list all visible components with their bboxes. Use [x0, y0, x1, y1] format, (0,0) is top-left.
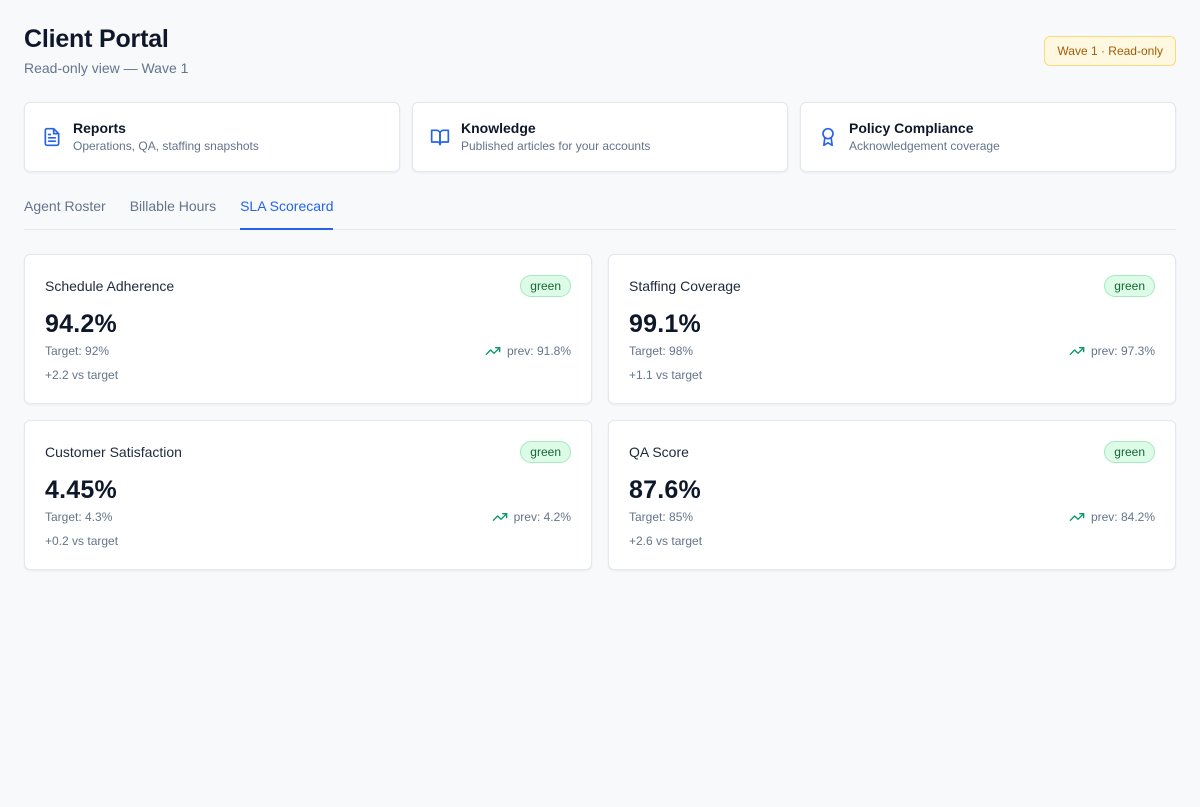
tab-agent-roster[interactable]: Agent Roster: [24, 198, 106, 230]
metric-previous-value: prev: 97.3%: [1090, 344, 1155, 358]
metric-value: 4.45%: [45, 476, 117, 504]
metric-previous-value: prev: 91.8%: [506, 344, 571, 358]
quicklink-title: Reports: [73, 120, 126, 136]
metric-title: Staffing Coverage: [629, 278, 741, 294]
metric-card-staffing-coverage: Staffing Coverage green 99.1% Target: 98…: [608, 254, 1176, 404]
document-icon: [41, 126, 63, 148]
metric-previous: prev: 97.3%: [1069, 343, 1155, 359]
client-portal-page: Client Portal Read-only view — Wave 1 Wa…: [0, 0, 1200, 807]
trending-up-icon: [492, 513, 507, 521]
status-badge: green: [520, 275, 571, 297]
quicklink-policy-compliance[interactable]: Policy Compliance Acknowledgement covera…: [800, 102, 1176, 172]
quicklink-description: Operations, QA, staffing snapshots: [73, 139, 259, 153]
metric-previous: prev: 91.8%: [485, 343, 571, 359]
tab-sla-scorecard[interactable]: SLA Scorecard: [240, 198, 334, 230]
quicklink-title: Policy Compliance: [849, 120, 974, 136]
status-badge: green: [1104, 275, 1155, 297]
metric-card-qa-score: QA Score green 87.6% Target: 85% +2.6 vs…: [608, 420, 1176, 570]
page-title: Client Portal: [24, 25, 169, 53]
quicklink-title: Knowledge: [461, 120, 536, 136]
metric-card-customer-satisfaction: Customer Satisfaction green 4.45% Target…: [24, 420, 592, 570]
award-icon: [817, 126, 839, 148]
quicklink-knowledge[interactable]: Knowledge Published articles for your ac…: [412, 102, 788, 172]
metric-previous: prev: 84.2%: [1069, 509, 1155, 525]
status-badge: green: [1104, 441, 1155, 463]
trending-up-icon: [485, 347, 501, 355]
wave-readonly-badge: Wave 1 · Read-only: [1044, 36, 1176, 66]
metric-previous-value: prev: 4.2%: [513, 510, 571, 524]
metric-delta: +0.2 vs target: [45, 534, 119, 548]
metric-target: Target: 85%: [629, 510, 694, 524]
metric-title: Customer Satisfaction: [45, 444, 182, 460]
metric-delta: +2.2 vs target: [45, 368, 119, 382]
metric-value: 87.6%: [629, 476, 701, 504]
metric-title: QA Score: [629, 444, 689, 460]
metric-value: 94.2%: [45, 310, 117, 338]
metric-delta: +2.6 vs target: [629, 534, 703, 548]
page-subtitle: Read-only view — Wave 1: [24, 60, 189, 76]
metric-target: Target: 4.3%: [45, 510, 113, 524]
metric-previous-value: prev: 84.2%: [1090, 510, 1155, 524]
tab-bar: Agent Roster Billable Hours SLA Scorecar…: [24, 172, 1176, 230]
quicklinks: Reports Operations, QA, staffing snapsho…: [24, 102, 1176, 172]
metric-target: Target: 92%: [45, 344, 110, 358]
metric-title: Schedule Adherence: [45, 278, 175, 294]
metric-value: 99.1%: [629, 310, 701, 338]
metric-card-schedule-adherence: Schedule Adherence green 94.2% Target: 9…: [24, 254, 592, 404]
trending-up-icon: [1069, 513, 1085, 521]
quicklink-description: Published articles for your accounts: [461, 139, 651, 153]
tab-billable-hours[interactable]: Billable Hours: [130, 198, 216, 230]
book-open-icon: [429, 126, 451, 148]
metric-previous: prev: 4.2%: [492, 509, 571, 525]
status-badge: green: [520, 441, 571, 463]
metric-target: Target: 98%: [629, 344, 694, 358]
quicklink-description: Acknowledgement coverage: [849, 139, 1000, 153]
sla-metrics-grid: Schedule Adherence green 94.2% Target: 9…: [24, 254, 1176, 570]
metric-delta: +1.1 vs target: [629, 368, 703, 382]
quicklink-reports[interactable]: Reports Operations, QA, staffing snapsho…: [24, 102, 400, 172]
trending-up-icon: [1069, 347, 1085, 355]
page-header: Client Portal Read-only view — Wave 1 Wa…: [24, 0, 1176, 102]
